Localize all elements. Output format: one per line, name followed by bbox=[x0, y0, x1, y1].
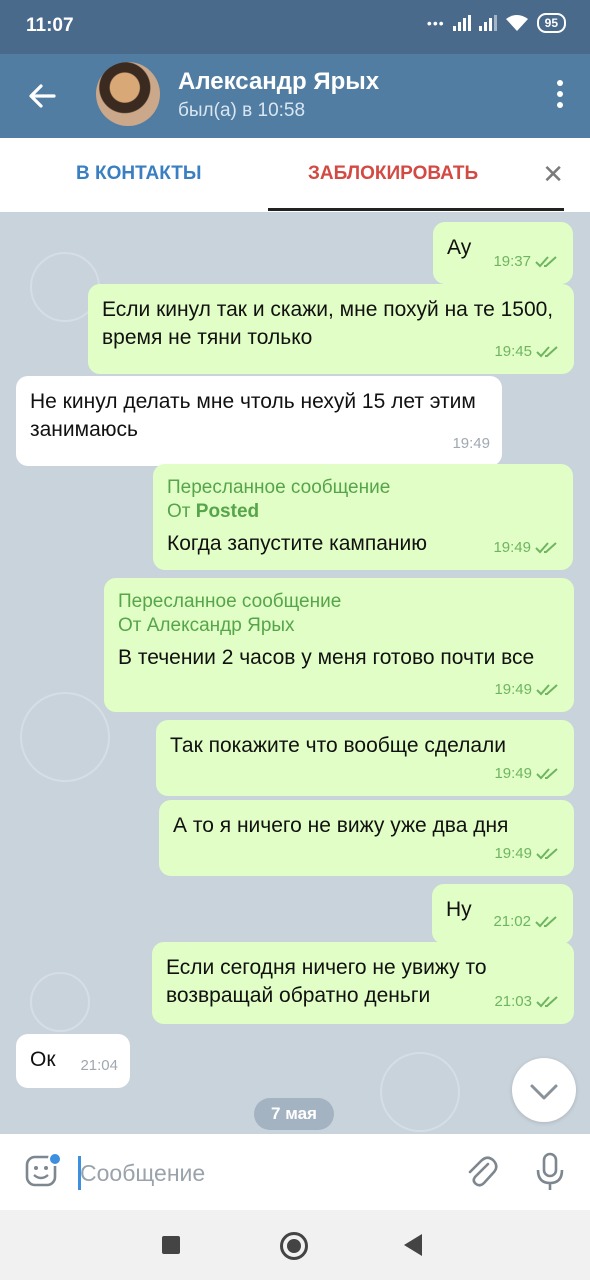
more-options-icon[interactable] bbox=[556, 80, 564, 112]
read-check-icon bbox=[535, 256, 557, 268]
tab-indicator bbox=[268, 208, 564, 211]
message-list[interactable]: Ау 19:37 Если кинул так и скажи, мне пох… bbox=[0, 212, 590, 1134]
message-time: 19:37 bbox=[493, 253, 531, 270]
wifi-icon bbox=[505, 15, 528, 31]
message-time: 21:04 bbox=[80, 1057, 118, 1074]
message-text: Ау bbox=[447, 236, 472, 259]
message-meta: 21:03 bbox=[494, 988, 562, 1016]
system-nav-bar bbox=[0, 1210, 590, 1280]
close-icon[interactable]: ✕ bbox=[542, 161, 564, 187]
message-meta: 19:37 bbox=[493, 248, 561, 276]
outgoing-message[interactable]: Если сегодня ничего не увижу то возвраща… bbox=[152, 942, 574, 1024]
message-text: Ок bbox=[30, 1048, 56, 1071]
message-text: Ну bbox=[446, 898, 472, 921]
message-time: 19:49 bbox=[494, 765, 532, 782]
status-bar: 11:07 ••• 95 bbox=[0, 0, 590, 54]
message-meta: 19:49 bbox=[452, 430, 490, 458]
forward-prefix: От bbox=[167, 501, 191, 522]
message-meta: 19:45 bbox=[494, 338, 562, 366]
system-back-button[interactable] bbox=[404, 1234, 422, 1256]
read-check-icon bbox=[535, 916, 557, 928]
forward-source[interactable]: От Posted bbox=[167, 500, 559, 524]
message-meta: 19:49 bbox=[494, 840, 562, 868]
add-to-contacts-button[interactable]: В КОНТАКТЫ bbox=[76, 163, 202, 185]
new-stickers-badge bbox=[48, 1152, 62, 1166]
message-text: Если кинул так и скажи, мне похуй на те … bbox=[102, 298, 554, 349]
read-check-icon bbox=[536, 848, 558, 860]
forward-source[interactable]: От Александр Ярых bbox=[118, 614, 560, 638]
message-text: В течении 2 часов у меня готово почти вс… bbox=[118, 646, 535, 669]
message-time: 21:02 bbox=[493, 913, 531, 930]
block-user-button[interactable]: ЗАБЛОКИРОВАТЬ bbox=[308, 163, 478, 185]
message-text: Не кинул делать мне чтоль нехуй 15 лет э… bbox=[30, 390, 476, 441]
forward-label: Пересланное сообщение bbox=[118, 591, 342, 612]
outgoing-message[interactable]: Если кинул так и скажи, мне похуй на те … bbox=[88, 284, 574, 374]
outgoing-message[interactable]: Ау 19:37 bbox=[433, 222, 573, 284]
outgoing-message[interactable]: А то я ничего не вижу уже два дня 19:49 bbox=[159, 800, 574, 876]
contact-name[interactable]: Александр Ярых bbox=[178, 68, 379, 96]
incoming-message[interactable]: Не кинул делать мне чтоль нехуй 15 лет э… bbox=[16, 376, 502, 466]
message-meta: 19:49 bbox=[494, 760, 562, 788]
recents-button[interactable] bbox=[162, 1236, 180, 1254]
chevron-down-icon bbox=[530, 1084, 558, 1100]
contact-action-bar: В КОНТАКТЫ ЗАБЛОКИРОВАТЬ ✕ bbox=[0, 138, 590, 212]
wallpaper-doodle bbox=[380, 1052, 460, 1132]
message-meta: 21:04 bbox=[80, 1052, 118, 1080]
incoming-message[interactable]: Ок 21:04 bbox=[16, 1034, 130, 1088]
forward-label: Пересланное сообщение bbox=[167, 477, 391, 498]
scroll-to-bottom-button[interactable] bbox=[512, 1058, 576, 1122]
read-check-icon bbox=[535, 542, 557, 554]
message-meta: 21:02 bbox=[493, 908, 561, 936]
paperclip-icon[interactable] bbox=[464, 1154, 498, 1190]
message-meta: 19:49 bbox=[493, 534, 561, 562]
contact-last-seen: был(а) в 10:58 bbox=[178, 100, 306, 121]
message-composer bbox=[0, 1134, 590, 1210]
read-check-icon bbox=[536, 346, 558, 358]
outgoing-message[interactable]: Так покажите что вообще сделали 19:49 bbox=[156, 720, 574, 796]
message-time: 19:45 bbox=[494, 343, 532, 360]
message-time: 19:49 bbox=[494, 845, 532, 862]
message-meta: 19:49 bbox=[494, 676, 562, 704]
forwarded-message[interactable]: Пересланное сообщение От Posted Когда за… bbox=[153, 464, 573, 570]
read-check-icon bbox=[536, 996, 558, 1008]
signal-2-icon bbox=[478, 15, 497, 31]
message-time: 21:03 bbox=[494, 993, 532, 1010]
message-time: 19:49 bbox=[494, 681, 532, 698]
battery-icon: 95 bbox=[536, 13, 566, 33]
read-check-icon bbox=[536, 768, 558, 780]
date-separator: 7 мая bbox=[254, 1098, 334, 1130]
contact-avatar[interactable] bbox=[96, 62, 160, 126]
status-time: 11:07 bbox=[26, 15, 74, 36]
back-arrow-icon[interactable] bbox=[26, 80, 58, 112]
signal-icon bbox=[452, 15, 471, 31]
microphone-icon[interactable] bbox=[534, 1152, 566, 1192]
message-input[interactable] bbox=[80, 1156, 440, 1190]
forward-author[interactable]: Posted bbox=[196, 501, 259, 522]
message-time: 19:49 bbox=[452, 435, 490, 452]
message-time: 19:49 bbox=[493, 539, 531, 556]
message-text: Если сегодня ничего не увижу то возвраща… bbox=[166, 956, 487, 1007]
status-icons: ••• 95 bbox=[427, 13, 566, 33]
home-button[interactable] bbox=[280, 1232, 308, 1260]
chat-header: Александр Ярых был(а) в 10:58 bbox=[0, 54, 590, 138]
message-text: Так покажите что вообще сделали bbox=[170, 734, 506, 757]
outgoing-message[interactable]: Ну 21:02 bbox=[432, 884, 573, 944]
notification-dots-icon: ••• bbox=[426, 15, 445, 31]
message-text: А то я ничего не вижу уже два дня bbox=[173, 814, 509, 837]
wallpaper-doodle bbox=[30, 972, 90, 1032]
read-check-icon bbox=[536, 684, 558, 696]
wallpaper-doodle bbox=[20, 692, 110, 782]
forwarded-message[interactable]: Пересланное сообщение От Александр Ярых … bbox=[104, 578, 574, 712]
